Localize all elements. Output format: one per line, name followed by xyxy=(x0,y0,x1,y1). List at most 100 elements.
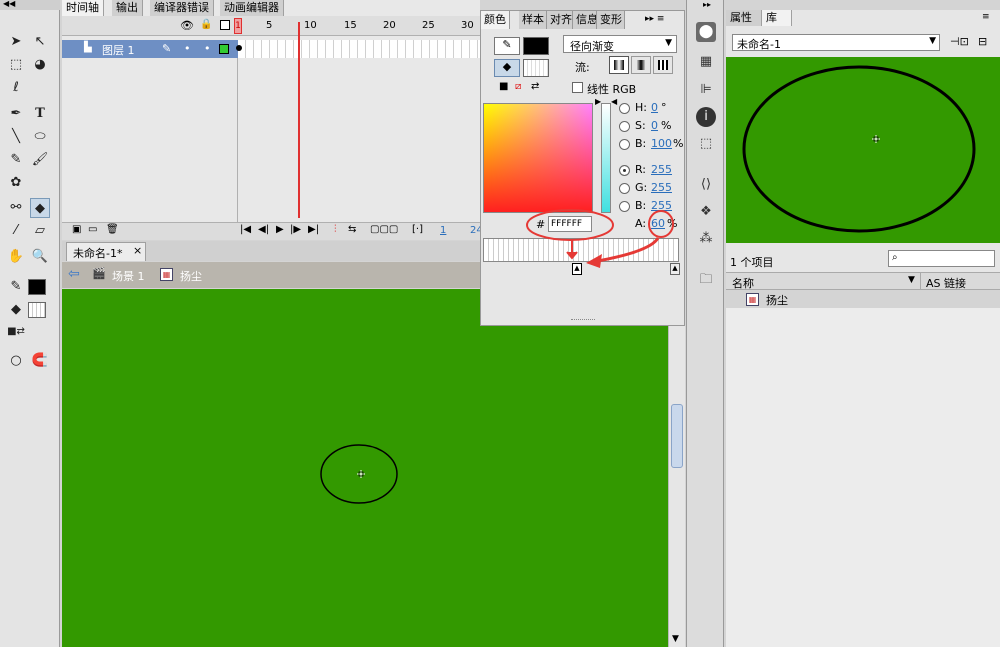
brightness-slider[interactable] xyxy=(601,103,611,213)
sort-icon[interactable]: ▼ xyxy=(908,275,915,285)
tab-color[interactable]: 颜色 xyxy=(481,11,510,29)
lock-icon[interactable]: 🔒 xyxy=(200,19,212,30)
current-frame-readout[interactable]: 1 xyxy=(440,225,446,236)
snap-to-objects-icon[interactable]: 🧲 xyxy=(30,351,50,371)
bone-tool-icon[interactable]: ⚯ xyxy=(6,198,26,218)
tab-properties[interactable]: 属性 xyxy=(726,10,762,26)
scroll-down-icon[interactable]: ▼ xyxy=(672,634,679,644)
actions-icon[interactable]: ⟨⟩ xyxy=(696,175,716,195)
paint-bucket-tool-icon[interactable]: ◆ xyxy=(30,198,50,218)
tab-document[interactable]: 未命名-1* × xyxy=(66,242,146,261)
back-arrow-icon[interactable]: ⇦ xyxy=(68,266,80,282)
zoom-tool-icon[interactable]: 🔍 xyxy=(30,247,50,267)
fill-bucket-icon[interactable]: ◆ xyxy=(494,59,520,77)
keyframe-dot[interactable] xyxy=(236,45,242,51)
col-link-header[interactable]: AS 链接 xyxy=(926,275,966,291)
current-frame-marker[interactable]: 1 xyxy=(234,18,242,34)
s-value[interactable]: 0 xyxy=(651,119,658,132)
brush-tool-icon[interactable]: 🖌 xyxy=(30,150,50,170)
radio-s[interactable] xyxy=(619,121,630,132)
collapse-icon[interactable]: ◀◀ xyxy=(3,0,15,8)
new-library-icon[interactable]: ⊟ xyxy=(978,35,987,48)
library-icon[interactable]: 🗀 xyxy=(696,270,716,290)
slider-arrow-icon[interactable]: ▶ xyxy=(595,97,601,106)
expand-dock-icon[interactable]: ▸▸ xyxy=(703,0,711,9)
components-icon[interactable]: ❖ xyxy=(696,202,716,222)
subselection-tool-icon[interactable]: ↖ xyxy=(30,32,50,52)
b-value[interactable]: 100 xyxy=(651,137,672,150)
pencil-tool-icon[interactable]: ✎ xyxy=(6,150,26,170)
align-icon[interactable]: ⊫ xyxy=(696,80,716,100)
flow-extend-button[interactable] xyxy=(609,56,629,74)
stroke-color-icon[interactable]: ✎ xyxy=(6,277,26,297)
pen-tool-icon[interactable]: ✒ xyxy=(6,104,26,124)
tab-compiler-errors[interactable]: 编译器错误 xyxy=(150,0,214,16)
radio-b[interactable] xyxy=(619,139,630,150)
first-frame-icon[interactable]: |◀ xyxy=(240,224,251,235)
playhead[interactable] xyxy=(298,22,300,218)
stroke-pencil-icon[interactable]: ✎ xyxy=(494,37,520,55)
visible-dot-icon[interactable]: • xyxy=(184,42,191,55)
tab-timeline[interactable]: 时间轴 xyxy=(62,0,104,16)
flow-repeat-button[interactable] xyxy=(653,56,673,74)
flow-reflect-button[interactable] xyxy=(631,56,651,74)
fill-type-select[interactable]: 径向渐变 ▼ xyxy=(563,35,677,53)
swap-colors-icon[interactable]: ⇄ xyxy=(531,81,539,92)
prev-frame-icon[interactable]: ◀| xyxy=(258,224,269,235)
pin-icon[interactable]: ⊣⊡ xyxy=(950,35,969,48)
h-value[interactable]: 0 xyxy=(651,101,658,114)
eyedropper-tool-icon[interactable]: ⁄ xyxy=(6,221,26,241)
tab-swatches[interactable]: 样本 xyxy=(519,11,547,29)
black-white-icon[interactable]: ■ xyxy=(499,81,508,92)
text-tool-icon[interactable]: T xyxy=(30,104,50,124)
tab-output[interactable]: 输出 xyxy=(112,0,143,16)
free-transform-tool-icon[interactable]: ⬚ xyxy=(6,55,26,75)
loop-icon[interactable]: ⇆ xyxy=(348,224,356,235)
motion-presets-icon[interactable]: ⁂ xyxy=(696,229,716,249)
fill-color-swatch[interactable] xyxy=(523,59,549,77)
panel-menu-icon[interactable]: ▸▸ ≡ xyxy=(645,14,664,24)
stage-scrollbar[interactable]: ▼ xyxy=(668,289,685,647)
frame-strip[interactable] xyxy=(238,40,480,58)
library-document-select[interactable]: 未命名-1 ▼ xyxy=(732,34,940,51)
new-folder-icon[interactable]: ▭ xyxy=(88,224,97,235)
library-search-input[interactable]: ⌕ xyxy=(888,250,995,267)
panel-resize-grip[interactable] xyxy=(571,319,595,323)
3d-rotation-tool-icon[interactable]: ◕ xyxy=(30,55,50,75)
layer-name[interactable]: 图层 1 xyxy=(102,42,135,58)
scrollbar-thumb[interactable] xyxy=(671,404,683,468)
breadcrumb-symbol[interactable]: 扬尘 xyxy=(180,268,202,284)
object-drawing-icon[interactable]: ○ xyxy=(6,351,26,371)
swatches-icon[interactable]: ▦ xyxy=(696,52,716,72)
layer-outline-color[interactable] xyxy=(219,44,229,54)
radio-r[interactable] xyxy=(619,165,630,176)
transform-icon[interactable]: ⬚ xyxy=(696,134,716,154)
trash-icon[interactable]: 🗑 xyxy=(106,224,119,235)
lasso-tool-icon[interactable]: ℓ xyxy=(6,78,26,98)
eraser-tool-icon[interactable]: ▱ xyxy=(30,221,50,241)
tab-library[interactable]: 库 xyxy=(762,10,792,26)
next-frame-icon[interactable]: |▶ xyxy=(290,224,301,235)
fill-color-icon[interactable]: ◆ xyxy=(6,300,26,320)
radio-h[interactable] xyxy=(619,103,630,114)
info-icon[interactable]: i xyxy=(696,107,716,127)
layer-row[interactable]: ▙ 图层 1 ✎ • • xyxy=(62,40,238,58)
new-layer-icon[interactable]: ▣ xyxy=(72,224,81,235)
tab-transform[interactable]: 变形 xyxy=(597,11,625,29)
color-panel-icon[interactable]: ⬤ xyxy=(696,22,716,42)
selection-tool-icon[interactable]: ➤ xyxy=(6,32,26,52)
fill-color-swatch[interactable] xyxy=(28,302,46,318)
color-picker-field[interactable] xyxy=(483,103,593,213)
outline-icon[interactable] xyxy=(220,20,230,30)
slider-arrow-icon[interactable]: ◀ xyxy=(611,97,617,106)
col-name-header[interactable]: 名称 xyxy=(732,275,754,291)
line-tool-icon[interactable]: ╲ xyxy=(6,127,26,147)
hand-tool-icon[interactable]: ✋ xyxy=(6,247,26,267)
r-value[interactable]: 255 xyxy=(651,163,672,176)
stroke-color-swatch[interactable] xyxy=(28,279,46,295)
stage[interactable] xyxy=(62,289,668,647)
linear-rgb-checkbox[interactable] xyxy=(572,82,583,93)
stroke-color-swatch[interactable] xyxy=(523,37,549,55)
eye-icon[interactable]: 👁 xyxy=(180,19,194,32)
g-value[interactable]: 255 xyxy=(651,181,672,194)
